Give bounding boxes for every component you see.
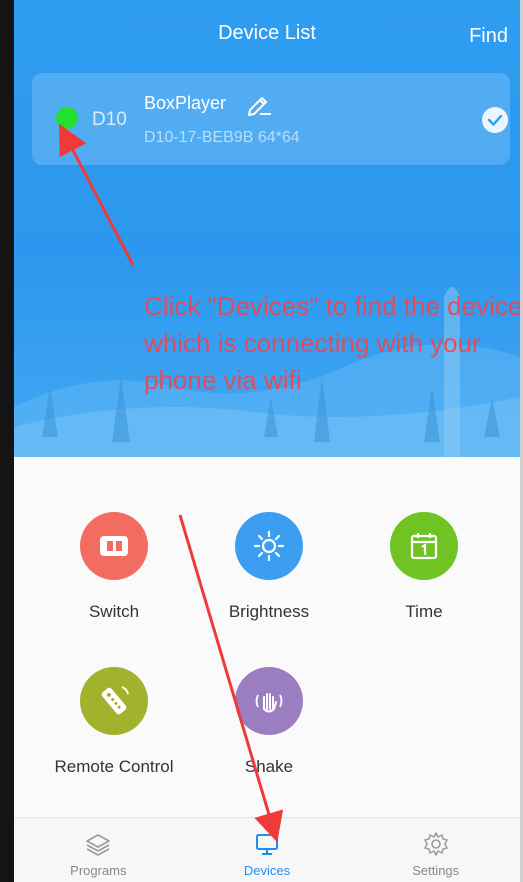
bottom-tab-bar: Programs Devices Settings [14, 817, 520, 882]
shake-label: Shake [244, 757, 294, 776]
brightness-label: Brightness [228, 602, 310, 621]
gear-icon [423, 832, 448, 856]
edit-icon[interactable] [246, 91, 272, 117]
device-model: D10 [92, 109, 127, 130]
time-button[interactable]: Time [344, 512, 504, 622]
find-button[interactable]: Find [469, 25, 508, 48]
tab-settings-label: Settings [412, 863, 460, 878]
brightness-button[interactable]: Brightness [189, 512, 349, 622]
monitor-icon [256, 834, 278, 855]
tab-programs-label: Programs [70, 863, 127, 878]
left-edge-bar [0, 0, 14, 882]
tab-devices-label: Devices [243, 863, 291, 878]
device-card[interactable]: D10 BoxPlayer D10-17-BEB9B 64*64 [32, 73, 510, 165]
remote-control-icon [80, 667, 148, 735]
selected-check-icon[interactable] [482, 107, 508, 133]
device-name: BoxPlayer [144, 93, 227, 113]
page-title: Device List [218, 22, 316, 44]
calendar-icon [390, 512, 458, 580]
tab-programs[interactable]: Programs [14, 818, 183, 882]
function-grid: Switch Brightness Time Remote Control Sh… [14, 457, 520, 817]
device-id: D10-17-BEB9B 64*64 [144, 129, 300, 146]
remote-control-label: Remote Control [54, 757, 174, 776]
brightness-icon [235, 512, 303, 580]
instruction-annotation: Click "Devices" to find the device which… [144, 291, 520, 395]
tab-settings[interactable]: Settings [351, 818, 520, 882]
remote-control-button[interactable]: Remote Control [34, 667, 194, 777]
online-status-dot [56, 107, 78, 129]
shake-button[interactable]: Shake [189, 667, 349, 777]
layers-icon [86, 834, 111, 856]
tab-devices[interactable]: Devices [183, 818, 352, 882]
shake-icon [235, 667, 303, 735]
device-list-header: Device List Find D10 BoxPlayer D10-17-BE… [14, 0, 520, 457]
switch-icon [80, 512, 148, 580]
switch-button[interactable]: Switch [34, 512, 194, 622]
time-label: Time [405, 602, 443, 621]
switch-label: Switch [88, 602, 140, 621]
app-screen: Device List Find D10 BoxPlayer D10-17-BE… [0, 0, 523, 882]
